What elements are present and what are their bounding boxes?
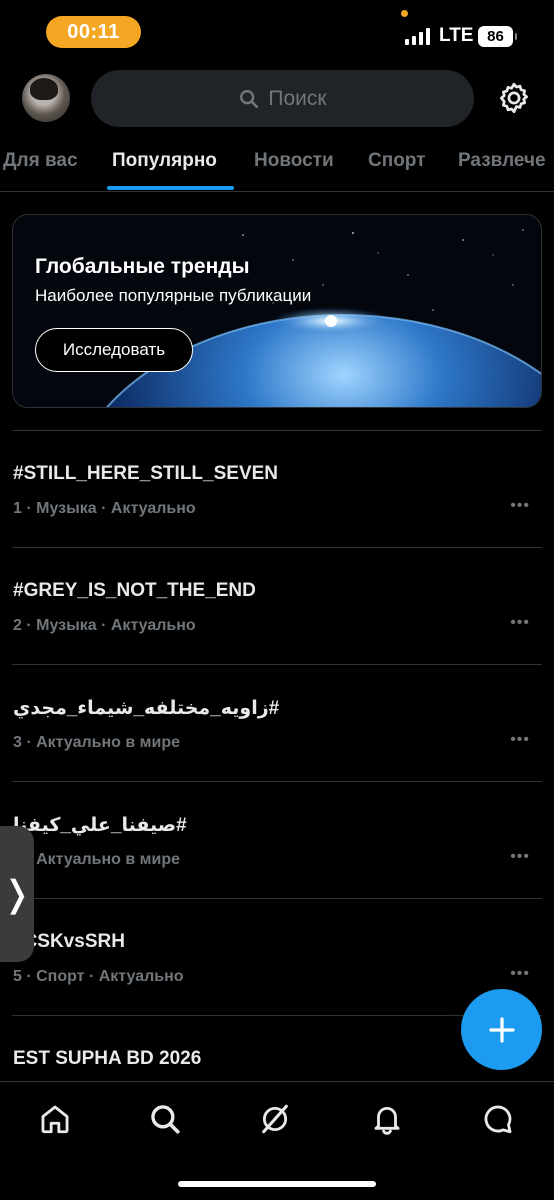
active-tab-indicator <box>107 186 234 190</box>
trend-meta: 3 · Актуально в мире <box>13 734 181 751</box>
search-icon[interactable] <box>148 1102 182 1136</box>
privacy-indicator-dot <box>401 10 408 17</box>
tab-bar: Для вас Популярно Новости Спорт Развлече <box>0 140 554 192</box>
trend-name: #GREY_IS_NOT_THE_END <box>13 580 256 601</box>
network-label: LTE <box>439 25 474 46</box>
side-drawer-handle[interactable]: ❭ <box>0 826 34 962</box>
trend-item[interactable]: #GREY_IS_NOT_THE_END 2 · Музыка · Актуал… <box>12 547 542 664</box>
trend-meta: 4 · Актуально в мире <box>13 851 181 868</box>
more-icon[interactable]: ••• <box>510 614 530 632</box>
earth-image <box>13 215 541 407</box>
trend-item[interactable]: #زاويه_مختلفه_شيماء_مجدي 3 · Актуально в… <box>12 664 542 781</box>
compose-button[interactable] <box>461 989 542 1070</box>
avatar[interactable] <box>22 74 70 122</box>
trend-item[interactable]: #CSKvsSRH 5 · Спорт · Актуально ••• <box>12 898 542 1015</box>
battery-icon: 86 <box>478 26 517 47</box>
trend-meta: 2 · Музыка · Актуально <box>13 617 196 634</box>
more-icon[interactable]: ••• <box>510 848 530 866</box>
more-icon[interactable]: ••• <box>510 497 530 515</box>
status-bar: 00:11 LTE 86 <box>0 0 554 64</box>
trend-name: #زاويه_مختلفه_شيماء_مجدي <box>13 698 280 719</box>
gear-icon[interactable] <box>496 80 532 116</box>
battery-level: 86 <box>487 28 504 45</box>
chevron-right-icon: ❭ <box>1 873 33 914</box>
trend-name: #STILL_HERE_STILL_SEVEN <box>13 463 279 484</box>
promo-title: Глобальные тренды <box>35 255 250 278</box>
trend-meta: 5 · Спорт · Актуально <box>13 968 184 985</box>
search-icon <box>240 89 259 108</box>
plus-icon <box>488 1016 515 1043</box>
chat-icon[interactable] <box>481 1102 515 1136</box>
global-trends-card[interactable]: Глобальные тренды Наиболее популярные пу… <box>12 214 542 408</box>
trend-item[interactable]: #STILL_HERE_STILL_SEVEN 1 · Музыка · Акт… <box>12 430 542 547</box>
signal-strength-icon <box>405 28 430 45</box>
tab-sports[interactable]: Спорт <box>368 150 425 172</box>
tab-trending[interactable]: Популярно <box>112 150 217 172</box>
status-time: 00:11 <box>46 16 141 48</box>
trend-name: #صيفنا_علي_كيفنا <box>13 815 187 836</box>
more-icon[interactable]: ••• <box>510 965 530 983</box>
trend-meta: 1 · Музыка · Актуально <box>13 500 196 517</box>
tab-for-you[interactable]: Для вас <box>3 150 78 172</box>
bell-icon[interactable] <box>370 1102 404 1136</box>
explore-button[interactable]: Исследовать <box>35 328 193 372</box>
home-indicator <box>178 1181 376 1187</box>
tab-entertainment[interactable]: Развлече <box>458 150 546 172</box>
search-input[interactable]: Поиск <box>91 70 474 127</box>
search-placeholder: Поиск <box>268 86 327 110</box>
home-icon[interactable] <box>38 1102 72 1136</box>
more-icon[interactable]: ••• <box>510 731 530 749</box>
trend-item[interactable]: #صيفنا_علي_كيفنا 4 · Актуально в мире ••… <box>12 781 542 898</box>
promo-subtitle: Наиболее популярные публикации <box>35 286 312 305</box>
trend-name: EST SUPHA BD 2026 <box>13 1048 202 1069</box>
grok-icon[interactable] <box>258 1102 292 1136</box>
tab-news[interactable]: Новости <box>254 150 334 172</box>
